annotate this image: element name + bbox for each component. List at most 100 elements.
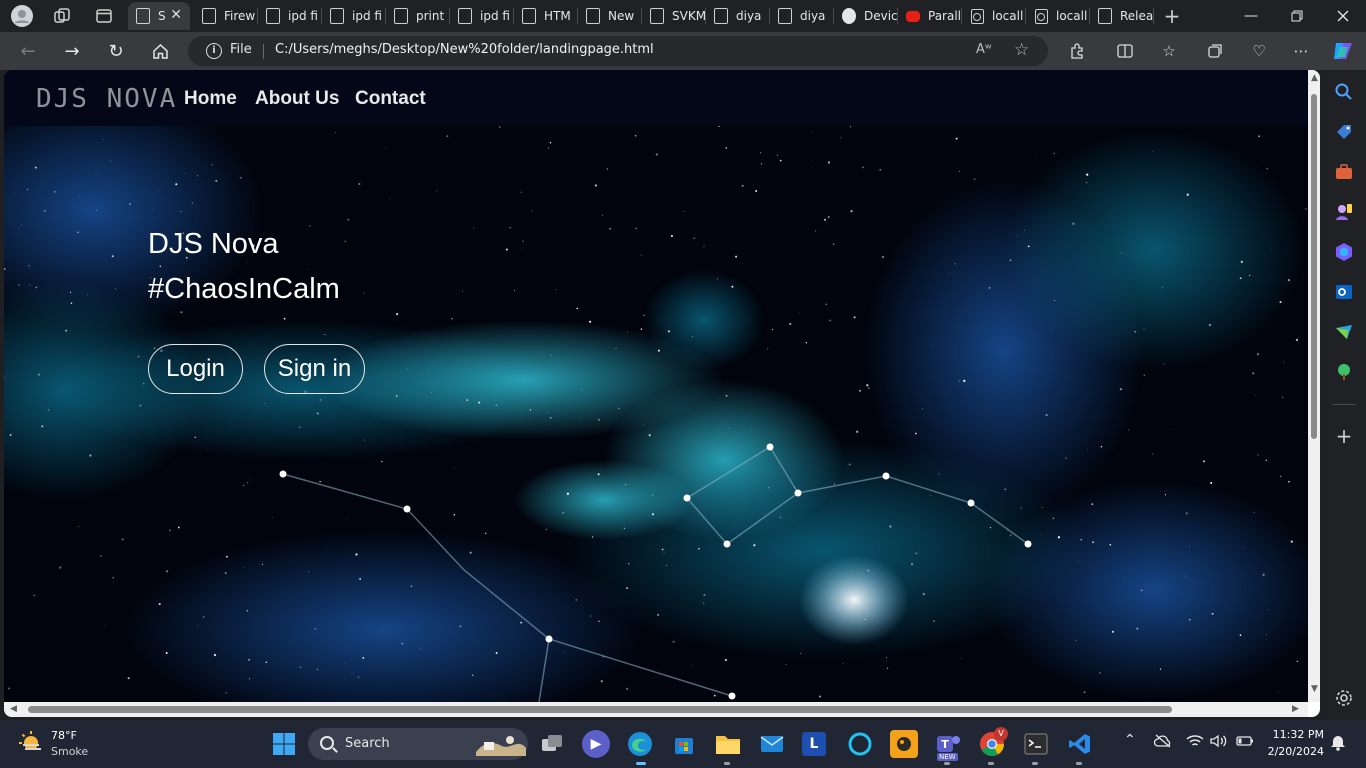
- store-icon[interactable]: [670, 730, 698, 758]
- workspaces-icon[interactable]: [50, 4, 74, 28]
- onedrive-offline-icon[interactable]: [1153, 734, 1172, 752]
- sidebar-add-icon[interactable]: +: [1334, 426, 1354, 446]
- home-icon[interactable]: [146, 39, 174, 63]
- star: [794, 486, 796, 488]
- tab[interactable]: diya: [706, 2, 770, 30]
- login-button[interactable]: Login: [148, 344, 243, 394]
- tab-active[interactable]: S ✕: [128, 2, 190, 30]
- wifi-icon[interactable]: [1186, 734, 1204, 752]
- tray-overflow-chevron-icon[interactable]: ⌃: [1124, 732, 1136, 748]
- sidebar-games-icon[interactable]: [1334, 202, 1354, 222]
- site-info-icon[interactable]: i: [206, 43, 222, 59]
- tab[interactable]: locall: [962, 2, 1026, 30]
- forward-icon[interactable]: →: [58, 39, 86, 63]
- star: [1121, 252, 1122, 254]
- edge-taskbar-icon[interactable]: [626, 730, 654, 758]
- battery-icon[interactable]: [1236, 734, 1254, 752]
- profile-avatar-icon[interactable]: [10, 4, 34, 28]
- nav-about-link[interactable]: About Us: [255, 88, 339, 110]
- star: [1050, 330, 1051, 331]
- sidebar-settings-icon[interactable]: [1334, 688, 1354, 708]
- close-window-icon[interactable]: [1320, 0, 1366, 32]
- copilot-icon[interactable]: [1332, 41, 1354, 61]
- restore-icon[interactable]: [1274, 0, 1320, 32]
- star: [165, 570, 169, 573]
- extensions-icon[interactable]: [1066, 41, 1088, 61]
- collections-icon[interactable]: [1204, 41, 1226, 61]
- site-brand[interactable]: DJS NOVA: [36, 84, 177, 114]
- scroll-up-icon[interactable]: ▲: [1311, 73, 1318, 83]
- tab[interactable]: locall: [1026, 2, 1090, 30]
- volume-icon[interactable]: [1210, 734, 1228, 752]
- nav-contact-link[interactable]: Contact: [355, 88, 426, 110]
- split-screen-icon[interactable]: [1114, 41, 1136, 61]
- start-windows-icon[interactable]: [270, 730, 298, 758]
- address-bar[interactable]: i File C:/Users/meghs/Desktop/New%20fold…: [188, 36, 1048, 66]
- horizontal-scroll-thumb[interactable]: [28, 706, 1172, 713]
- file-explorer-icon[interactable]: [714, 730, 742, 758]
- alexa-icon[interactable]: [846, 730, 874, 758]
- scroll-left-icon[interactable]: ◀: [10, 704, 17, 714]
- vertical-scrollbar[interactable]: ▲ ▼: [1308, 70, 1320, 702]
- terminal-icon[interactable]: [1022, 730, 1050, 758]
- sidebar-tools-icon[interactable]: [1334, 162, 1354, 182]
- close-tab-icon[interactable]: ✕: [170, 7, 182, 23]
- taskbar-search[interactable]: Search: [308, 728, 528, 760]
- tab[interactable]: print: [386, 2, 450, 30]
- star: [1262, 573, 1265, 576]
- tab[interactable]: SVKM: [642, 2, 706, 30]
- minimize-icon[interactable]: —: [1228, 0, 1274, 32]
- url-text[interactable]: C:/Users/meghs/Desktop/New%20folder/land…: [275, 42, 654, 57]
- star: [1004, 488, 1006, 490]
- sign-in-button[interactable]: Sign in: [264, 344, 365, 394]
- horizontal-scrollbar[interactable]: ◀ ▶: [4, 702, 1308, 717]
- star: [1083, 691, 1086, 694]
- sidebar-shopping-icon[interactable]: [1334, 122, 1354, 142]
- star: [989, 526, 992, 529]
- l-app-icon[interactable]: L: [802, 732, 826, 756]
- new-tab-plus-icon[interactable]: +: [1160, 4, 1184, 28]
- mail-icon[interactable]: [758, 730, 786, 758]
- clock-time[interactable]: 11:32 PM: [1270, 728, 1324, 741]
- favorites-icon[interactable]: ☆: [1158, 41, 1180, 61]
- sidebar-search-icon[interactable]: [1334, 82, 1354, 102]
- tab[interactable]: Firew: [194, 2, 258, 30]
- star: [317, 669, 319, 671]
- sidebar-office-icon[interactable]: [1334, 242, 1354, 262]
- clock-date[interactable]: 2/20/2024: [1262, 745, 1324, 758]
- star: [1279, 301, 1282, 304]
- vertical-scroll-thumb[interactable]: [1311, 94, 1317, 439]
- notification-bell-icon[interactable]: [1330, 733, 1346, 755]
- browser-essentials-icon[interactable]: ♡: [1248, 41, 1270, 61]
- settings-more-icon[interactable]: ⋯: [1290, 41, 1312, 61]
- scroll-right-icon[interactable]: ▶: [1292, 704, 1299, 714]
- task-view-icon[interactable]: [538, 730, 566, 758]
- tab[interactable]: Relea: [1090, 2, 1154, 30]
- vscode-icon[interactable]: [1066, 730, 1094, 758]
- tab[interactable]: diya: [770, 2, 834, 30]
- sidebar-send-icon[interactable]: [1334, 322, 1354, 342]
- teams-meet-icon[interactable]: ▶: [582, 730, 610, 758]
- weather-sun-icon[interactable]: [18, 730, 44, 756]
- star: [43, 209, 47, 213]
- tab[interactable]: New: [578, 2, 642, 30]
- tab[interactable]: Devic: [834, 2, 898, 30]
- nav-home-link[interactable]: Home: [184, 88, 237, 110]
- tab[interactable]: Parall: [898, 2, 962, 30]
- sidebar-drop-icon[interactable]: [1334, 362, 1354, 382]
- tab[interactable]: ipd fi: [450, 2, 514, 30]
- star: [1052, 517, 1055, 520]
- tab[interactable]: HTM: [514, 2, 578, 30]
- star: [344, 240, 346, 242]
- refresh-icon[interactable]: ↻: [102, 39, 130, 63]
- tab[interactable]: ipd fi: [258, 2, 322, 30]
- back-icon[interactable]: ←: [14, 39, 42, 63]
- scroll-down-icon[interactable]: ▼: [1311, 684, 1318, 694]
- sidebar-outlook-icon[interactable]: [1334, 282, 1354, 302]
- game-app-icon[interactable]: [890, 730, 918, 758]
- favorite-star-icon[interactable]: ☆: [1014, 40, 1029, 60]
- star: [316, 412, 319, 415]
- tab-actions-icon[interactable]: [92, 4, 116, 28]
- read-aloud-icon[interactable]: Aʷ: [976, 42, 992, 57]
- tab[interactable]: ipd fi: [322, 2, 386, 30]
